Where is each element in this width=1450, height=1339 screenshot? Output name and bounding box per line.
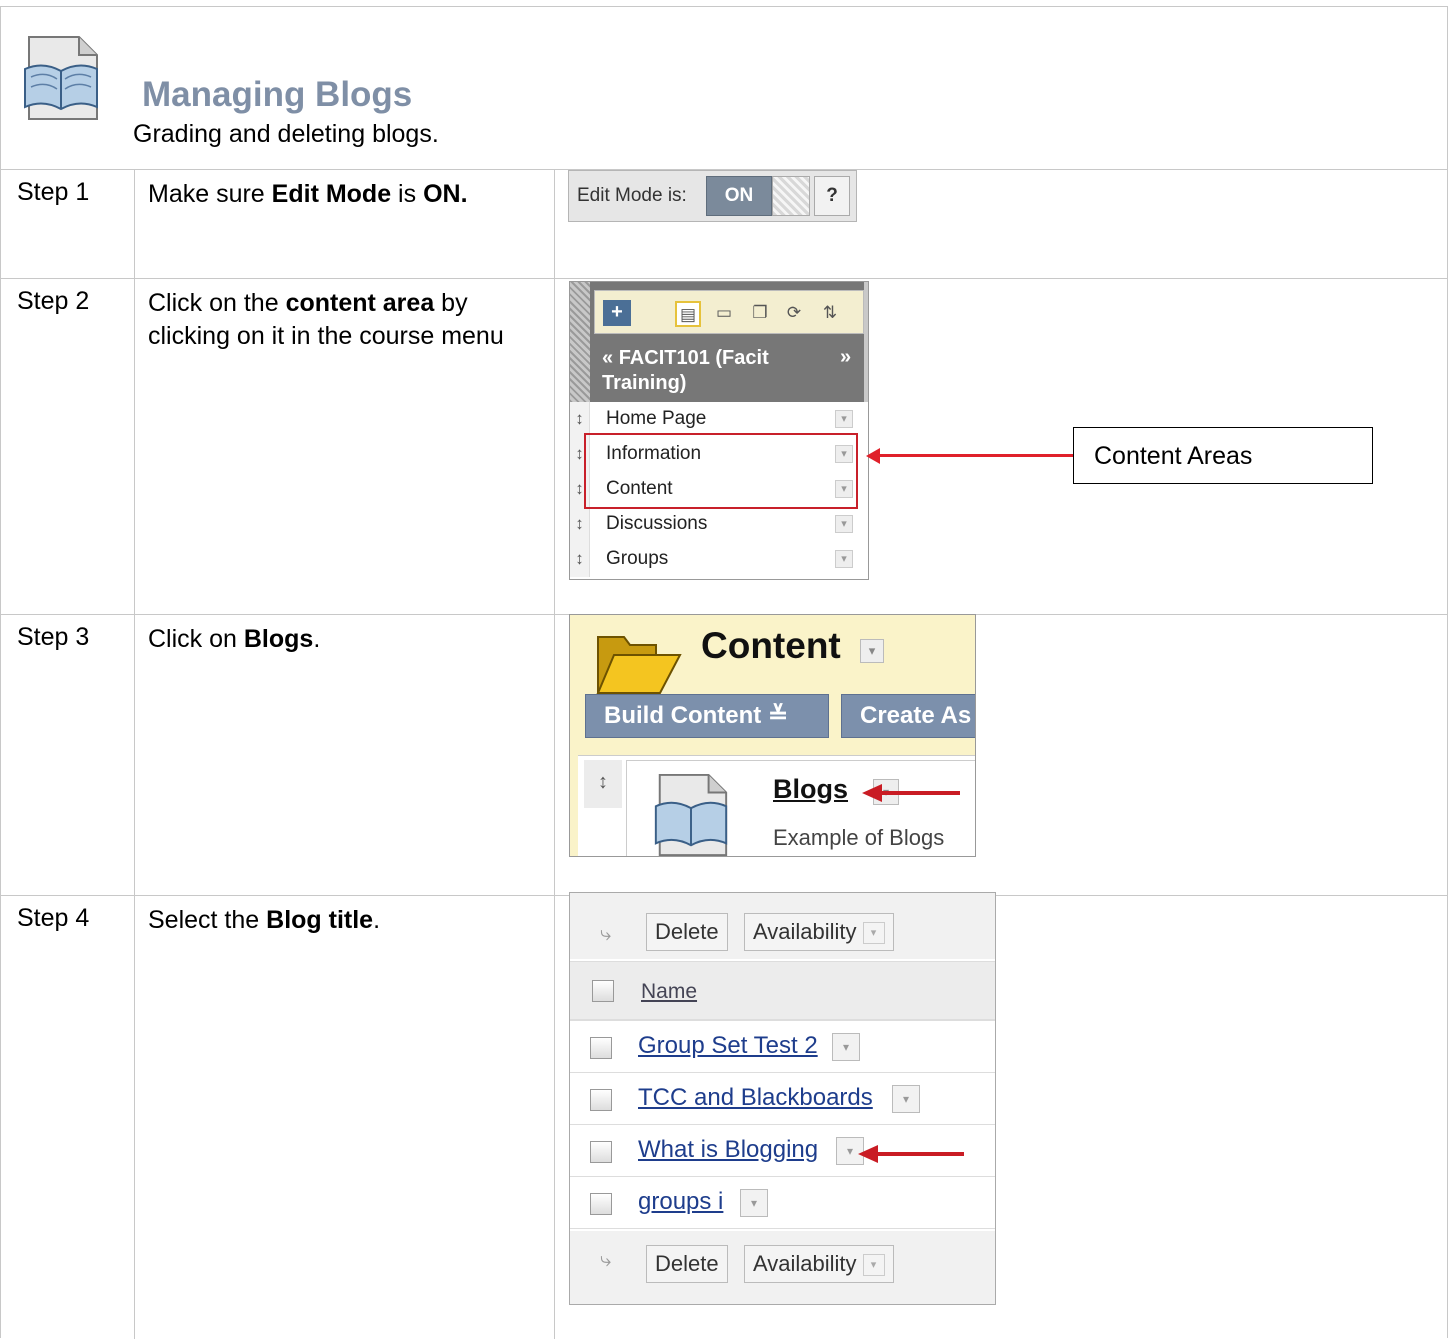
step-description: Make sure Edit Mode is ON. (148, 180, 468, 208)
availability-button[interactable]: Availability ▾ (744, 913, 894, 951)
chevron-down-icon[interactable]: ▾ (835, 515, 853, 533)
chevron-down-icon[interactable]: ▾ (835, 410, 853, 428)
step-label: Step 2 (17, 287, 90, 315)
new-window-icon[interactable]: ❐ (747, 301, 773, 327)
callout-arrow-icon (866, 448, 880, 464)
document-page: Managing Blogs Grading and deleting blog… (0, 0, 1450, 1339)
drag-handle-icon[interactable]: ↕ (584, 760, 622, 808)
build-content-button[interactable]: Build Content ≚ (585, 694, 829, 738)
course-menu: + ▤ ▭ ❐ ⟳ ⇅ « FACIT101 (Facit Training) … (569, 281, 869, 580)
step-description: Select the Blog title. (148, 906, 381, 934)
content-area-screenshot: Content ▾ Build Content ≚ Create As ↕ Bl… (569, 614, 976, 857)
step-label: Step 3 (17, 623, 90, 651)
folder-icon (596, 636, 682, 694)
availability-button[interactable]: Availability ▾ (744, 1245, 894, 1283)
chevron-down-icon[interactable]: ▾ (860, 639, 884, 663)
collapse-menu-icon[interactable]: » (840, 346, 851, 369)
add-menu-item-button[interactable]: + (603, 300, 631, 326)
select-arrow-icon: ⤷ (600, 1249, 612, 1271)
blog-title-link[interactable]: groups i (638, 1188, 723, 1216)
folder-view-icon[interactable]: ▭ (711, 301, 737, 327)
table-row: What is Blogging ▾ (570, 1125, 995, 1177)
course-menu-item[interactable]: ↕ Groups ▾ (570, 542, 868, 577)
table-row: TCC and Blackboards ▾ (570, 1073, 995, 1125)
reorder-icon[interactable]: ⇅ (817, 301, 843, 327)
course-menu-item[interactable]: ↕ Home Page ▾ (570, 402, 868, 437)
list-view-icon[interactable]: ▤ (675, 301, 701, 327)
row-checkbox[interactable] (590, 1141, 612, 1163)
name-column-header[interactable]: Name (641, 980, 697, 1004)
chevron-down-icon: ▾ (862, 922, 885, 945)
action-bar-top: ⤷ Delete Availability ▾ (570, 893, 995, 959)
delete-button[interactable]: Delete (646, 913, 728, 951)
content-title: Content (701, 625, 841, 666)
step-label: Step 4 (17, 904, 90, 932)
menu-toolbar: + ▤ ▭ ❐ ⟳ ⇅ (594, 290, 864, 334)
refresh-icon[interactable]: ⟳ (781, 301, 807, 327)
chevron-down-icon[interactable]: ▾ (740, 1189, 768, 1217)
drag-handle-icon[interactable]: ↕ (570, 507, 590, 542)
toggle-hatch-icon (772, 176, 810, 216)
course-menu-item[interactable]: ↕ Discussions ▾ (570, 507, 868, 542)
page-subtitle: Grading and deleting blogs. (133, 120, 439, 148)
pointer-arrow-line (880, 791, 960, 795)
menu-hatch-decoration (570, 282, 590, 402)
content-item: ↕ Blogs ▾ Example of Blogs (578, 755, 975, 856)
action-bar-bottom: ⤷ Delete Availability ▾ (570, 1231, 995, 1304)
table-row: groups i ▾ (570, 1177, 995, 1229)
drag-handle-icon[interactable]: ↕ (570, 402, 590, 437)
step-label: Step 1 (17, 178, 90, 206)
course-menu-header: + ▤ ▭ ❐ ⟳ ⇅ « FACIT101 (Facit Training) … (590, 282, 868, 402)
delete-button[interactable]: Delete (646, 1245, 728, 1283)
row-checkbox[interactable] (590, 1193, 612, 1215)
blog-title-link[interactable]: Group Set Test 2 (638, 1032, 818, 1060)
row-checkbox[interactable] (590, 1089, 612, 1111)
item-description: Example of Blogs (773, 825, 945, 850)
create-assessment-button[interactable]: Create As (841, 694, 975, 738)
help-button[interactable]: ? (814, 176, 850, 216)
table-header: Name (570, 961, 995, 1021)
blog-list-screenshot: ⤷ Delete Availability ▾ Name Group Set Te… (569, 892, 996, 1305)
edit-mode-toggle[interactable]: ON (706, 176, 772, 216)
table-row: Group Set Test 2 ▾ (570, 1021, 995, 1073)
drag-handle-icon[interactable]: ↕ (570, 542, 590, 577)
select-all-checkbox[interactable] (592, 980, 614, 1002)
callout-arrow-line (878, 454, 1074, 457)
book-icon (654, 773, 728, 856)
pointer-arrow-icon (862, 784, 882, 802)
step-description: Click on Blogs. (148, 625, 321, 653)
document-header: Managing Blogs Grading and deleting blog… (1, 7, 1447, 170)
chevron-down-icon[interactable]: ▾ (835, 550, 853, 568)
pointer-arrow-icon (858, 1145, 878, 1163)
blog-title-link[interactable]: What is Blogging (638, 1136, 818, 1164)
chevron-down-icon[interactable]: ▾ (892, 1085, 920, 1113)
page-title: Managing Blogs (142, 75, 413, 114)
book-icon (24, 36, 98, 120)
edit-mode-bar: Edit Mode is: ON ? (568, 170, 857, 222)
row-checkbox[interactable] (590, 1037, 612, 1059)
chevron-down-icon: ▾ (862, 1254, 885, 1277)
edit-mode-label: Edit Mode is: (577, 185, 687, 206)
pointer-arrow-line (876, 1152, 964, 1156)
blog-title-link[interactable]: TCC and Blackboards (638, 1084, 873, 1112)
blogs-link[interactable]: Blogs (773, 774, 848, 805)
callout-box: Content Areas (1073, 427, 1373, 484)
select-arrow-icon: ⤷ (600, 923, 612, 945)
step-description: Click on the content area by clicking on… (148, 289, 504, 350)
course-name[interactable]: « FACIT101 (Facit Training) (602, 346, 822, 396)
content-areas-highlight (584, 433, 858, 509)
chevron-down-icon[interactable]: ▾ (832, 1033, 860, 1061)
